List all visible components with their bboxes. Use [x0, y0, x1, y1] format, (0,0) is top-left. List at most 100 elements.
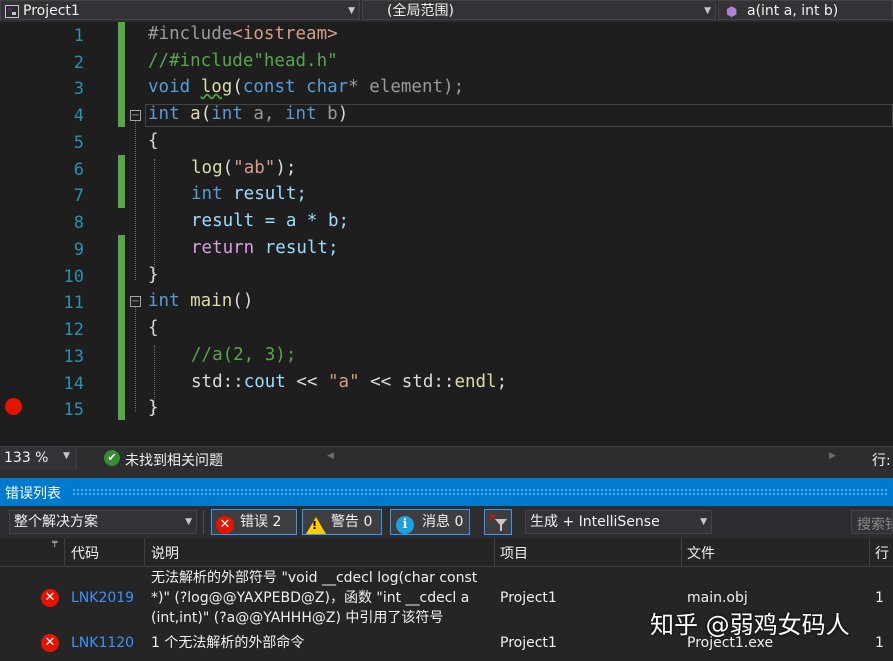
code-editor[interactable]: 1 2 3 4 5 6 7 8 9 10 11 12 13 14 15 − − … [0, 22, 893, 446]
line-number: 4 [73, 106, 84, 126]
chevron-down-icon: ▼ [704, 6, 711, 16]
collapse-toggle[interactable]: − [130, 296, 141, 307]
messages-filter-button[interactable]: i 消息 0 [390, 509, 470, 535]
breakpoint-icon[interactable] [5, 398, 22, 415]
build-source-dropdown[interactable]: 生成 + IntelliSense ▼ [525, 510, 712, 534]
error-list-title: 错误列表 [5, 486, 61, 502]
column-file[interactable]: 文件 [687, 543, 715, 563]
code-line: { [148, 131, 159, 151]
method-icon: ⬢ [726, 5, 738, 20]
line-number: 3 [73, 79, 84, 99]
scroll-right-icon[interactable]: ▶ [829, 451, 836, 461]
error-list-titlebar: 错误列表 [0, 478, 893, 506]
filter-icon: ✕ [488, 510, 508, 540]
code-line: } [148, 265, 159, 285]
project-name: Project1 [23, 3, 80, 19]
filter-button[interactable]: ✕ [484, 509, 512, 535]
line-number: 14 [63, 374, 84, 394]
line-number: 2 [73, 53, 84, 73]
fold-guide [135, 307, 136, 412]
error-icon: ✕ [216, 513, 234, 537]
member-label: a(int a, int b) [747, 3, 839, 19]
scroll-left-icon[interactable]: ◀ [327, 451, 334, 461]
error-description: 1 个无法解析的外部命令 [151, 635, 305, 651]
error-line: 1 [875, 590, 884, 606]
scope-filter-label: 整个解决方案 [14, 514, 98, 530]
line-number: 10 [63, 267, 84, 287]
line-number: 9 [73, 240, 84, 260]
navigation-bar: Project1 ▼ (全局范围) ▼ ⬢ a(int a, int b) [0, 0, 893, 23]
code-line: int a(int a, int b) [148, 104, 349, 124]
toolbar-divider [203, 510, 204, 534]
search-placeholder: 搜索错 [857, 517, 892, 533]
warnings-filter-button[interactable]: ! 警告 0 [302, 509, 382, 535]
change-indicator [118, 235, 125, 420]
code-line: result = a * b; [191, 211, 350, 231]
errors-filter-button[interactable]: ✕ 错误 2 [211, 509, 297, 535]
indent-guide [154, 159, 155, 279]
code-line: int result; [191, 184, 307, 204]
fold-guide [135, 120, 136, 280]
search-input[interactable]: 搜索错 [851, 510, 893, 534]
check-icon: ✔ [104, 450, 120, 466]
error-code-link[interactable]: LNK1120 [71, 633, 134, 654]
project-dropdown[interactable]: Project1 ▼ [0, 0, 360, 20]
error-list-toolbar: 整个解决方案 ▼ ✕ 错误 2 ! 警告 0 i 消息 0 ✕ 生成 + Int… [0, 506, 893, 538]
line-number: 8 [73, 213, 84, 233]
warnings-count: 警告 0 [331, 514, 373, 530]
info-icon: i [396, 513, 414, 537]
errors-count: 错误 2 [240, 514, 282, 530]
line-number: 11 [63, 293, 84, 313]
collapse-toggle[interactable]: − [130, 110, 141, 121]
splitter[interactable] [0, 470, 893, 478]
change-indicator [118, 22, 125, 127]
error-description: 无法解析的外部符号 "void __cdecl log(char const [151, 570, 478, 586]
line-number: 13 [63, 347, 84, 367]
code-line: //#include"head.h" [148, 51, 338, 71]
scope-label: (全局范围) [387, 3, 454, 19]
line-number: 1 [73, 26, 84, 46]
code-line: log("ab"); [191, 158, 297, 178]
line-number: 15 [63, 400, 84, 420]
watermark: 知乎 @弱鸡女码人 [650, 611, 850, 639]
zoom-dropdown[interactable]: 133 % ▼ [0, 447, 77, 470]
line-number: 7 [73, 186, 84, 206]
scope-dropdown[interactable]: (全局范围) ▼ [362, 0, 716, 20]
code-line: void log(const char* element); [148, 77, 465, 97]
chevron-down-icon: ▼ [63, 451, 70, 461]
build-source-label: 生成 + IntelliSense [530, 514, 660, 530]
messages-count: 消息 0 [422, 514, 464, 530]
line-number: 6 [73, 160, 84, 180]
scope-filter-dropdown[interactable]: 整个解决方案 ▼ [9, 510, 197, 534]
change-indicator [118, 155, 125, 208]
zoom-level: 133 % [4, 450, 49, 466]
warning-mark: ! [312, 519, 318, 532]
line-label: 行: [872, 453, 891, 469]
error-icon: ✕ [41, 589, 59, 607]
code-line: return result; [191, 238, 339, 258]
line-number: 12 [63, 320, 84, 340]
code-line: { [148, 318, 159, 338]
error-project: Project1 [500, 590, 557, 606]
code-line: //a(2, 3); [191, 345, 297, 365]
column-description[interactable]: 说明 [151, 543, 179, 563]
member-dropdown[interactable]: ⬢ a(int a, int b) [718, 0, 893, 20]
chevron-down-icon: ▼ [348, 6, 355, 16]
error-code-link[interactable]: LNK2019 [71, 588, 134, 609]
chevron-down-icon: ▼ [700, 517, 707, 527]
code-line: #include<iostream> [148, 24, 338, 44]
code-line: int main() [148, 291, 254, 311]
column-project[interactable]: 项目 [500, 543, 528, 563]
column-line[interactable]: 行 [875, 543, 889, 563]
editor-status-bar: 133 % ▼ ✔ 未找到相关问题 ◀ ▶ 行: [0, 446, 893, 471]
chevron-down-icon: ▼ [185, 517, 192, 527]
error-icon: ✕ [41, 634, 59, 652]
line-number: 5 [73, 133, 84, 153]
column-code[interactable]: 代码 [71, 543, 99, 563]
error-description: *)" (?log@@YAXPEBD@Z)，函数 "int __cdecl a [151, 590, 470, 606]
title-grip [72, 488, 887, 496]
code-line: } [148, 398, 159, 418]
error-description: (int,int)" (?a@@YAHHH@Z) 中引用了该符号 [151, 610, 444, 626]
project-icon [5, 4, 19, 18]
pin-icon[interactable]: ╤ [52, 538, 57, 548]
